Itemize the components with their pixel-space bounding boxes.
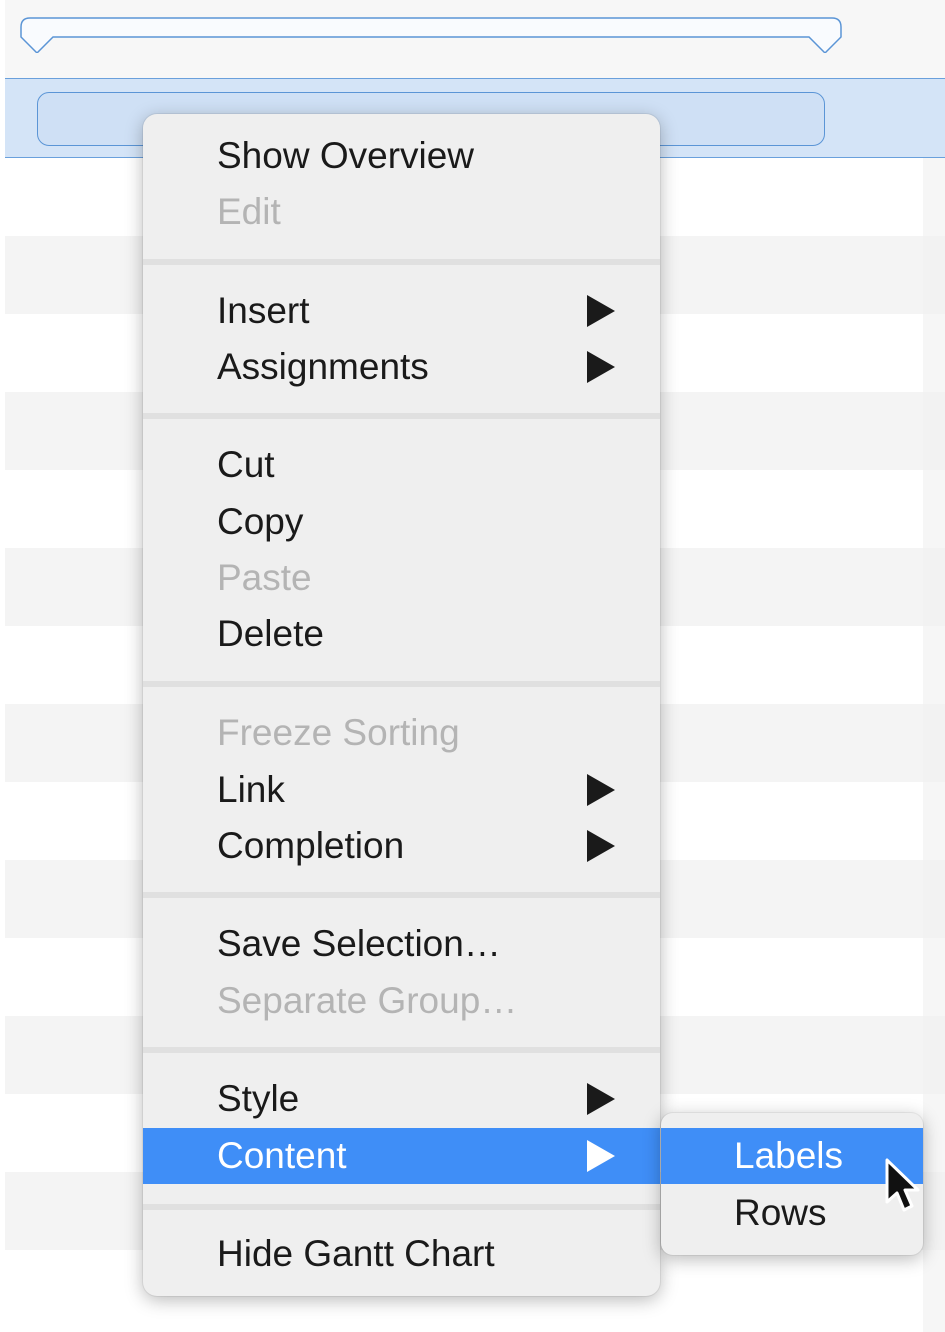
menu-separator: [143, 892, 660, 898]
menu-item-label: Freeze Sorting: [217, 712, 460, 753]
menu-item-completion[interactable]: Completion: [143, 818, 660, 874]
context-menu: Show Overview Edit Insert Assignments Cu…: [143, 114, 660, 1296]
menu-item-label: Hide Gantt Chart: [217, 1233, 495, 1274]
triangle-right-icon: [587, 295, 615, 327]
menu-item-save-selection[interactable]: Save Selection…: [143, 916, 660, 972]
triangle-right-icon: [587, 351, 615, 383]
menu-item-edit[interactable]: Edit: [143, 184, 660, 240]
scroll-edge: [923, 158, 945, 1332]
menu-item-show-overview[interactable]: Show Overview: [143, 128, 660, 184]
menu-item-label: Insert: [217, 290, 310, 331]
summary-task-bar[interactable]: [20, 17, 842, 53]
menu-separator: [143, 413, 660, 419]
menu-item-label: Edit: [217, 191, 281, 232]
menu-item-label: Completion: [217, 825, 405, 866]
menu-item-insert[interactable]: Insert: [143, 283, 660, 339]
menu-item-hide-gantt-chart[interactable]: Hide Gantt Chart: [143, 1226, 660, 1282]
submenu-item-label: Labels: [734, 1135, 844, 1176]
menu-item-copy[interactable]: Copy: [143, 494, 660, 550]
menu-item-label: Delete: [217, 613, 324, 654]
menu-item-label: Save Selection…: [217, 923, 501, 964]
menu-separator: [143, 681, 660, 687]
menu-item-paste[interactable]: Paste: [143, 550, 660, 606]
menu-item-label: Link: [217, 769, 285, 810]
menu-item-label: Assignments: [217, 346, 429, 387]
menu-item-assignments[interactable]: Assignments: [143, 339, 660, 395]
menu-item-freeze-sorting[interactable]: Freeze Sorting: [143, 705, 660, 761]
menu-item-delete[interactable]: Delete: [143, 606, 660, 662]
triangle-right-icon: [587, 1083, 615, 1115]
menu-item-content[interactable]: Content: [143, 1128, 660, 1184]
menu-item-cut[interactable]: Cut: [143, 437, 660, 493]
triangle-right-icon: [587, 830, 615, 862]
menu-item-label: Cut: [217, 444, 275, 485]
menu-separator: [143, 259, 660, 265]
triangle-right-icon: [587, 774, 615, 806]
triangle-right-icon: [587, 1140, 615, 1172]
menu-item-label: Paste: [217, 557, 312, 598]
menu-item-label: Separate Group…: [217, 980, 518, 1021]
arrow-pointer-icon: [885, 1158, 920, 1212]
menu-item-style[interactable]: Style: [143, 1071, 660, 1127]
menu-item-label: Content: [217, 1135, 347, 1176]
submenu-item-label: Rows: [734, 1192, 827, 1233]
menu-separator: [143, 1204, 660, 1210]
menu-item-label: Style: [217, 1078, 300, 1119]
menu-item-label: Show Overview: [217, 135, 475, 176]
menu-item-link[interactable]: Link: [143, 762, 660, 818]
menu-item-label: Copy: [217, 501, 304, 542]
menu-separator: [143, 1047, 660, 1053]
menu-item-separate-group[interactable]: Separate Group…: [143, 973, 660, 1029]
